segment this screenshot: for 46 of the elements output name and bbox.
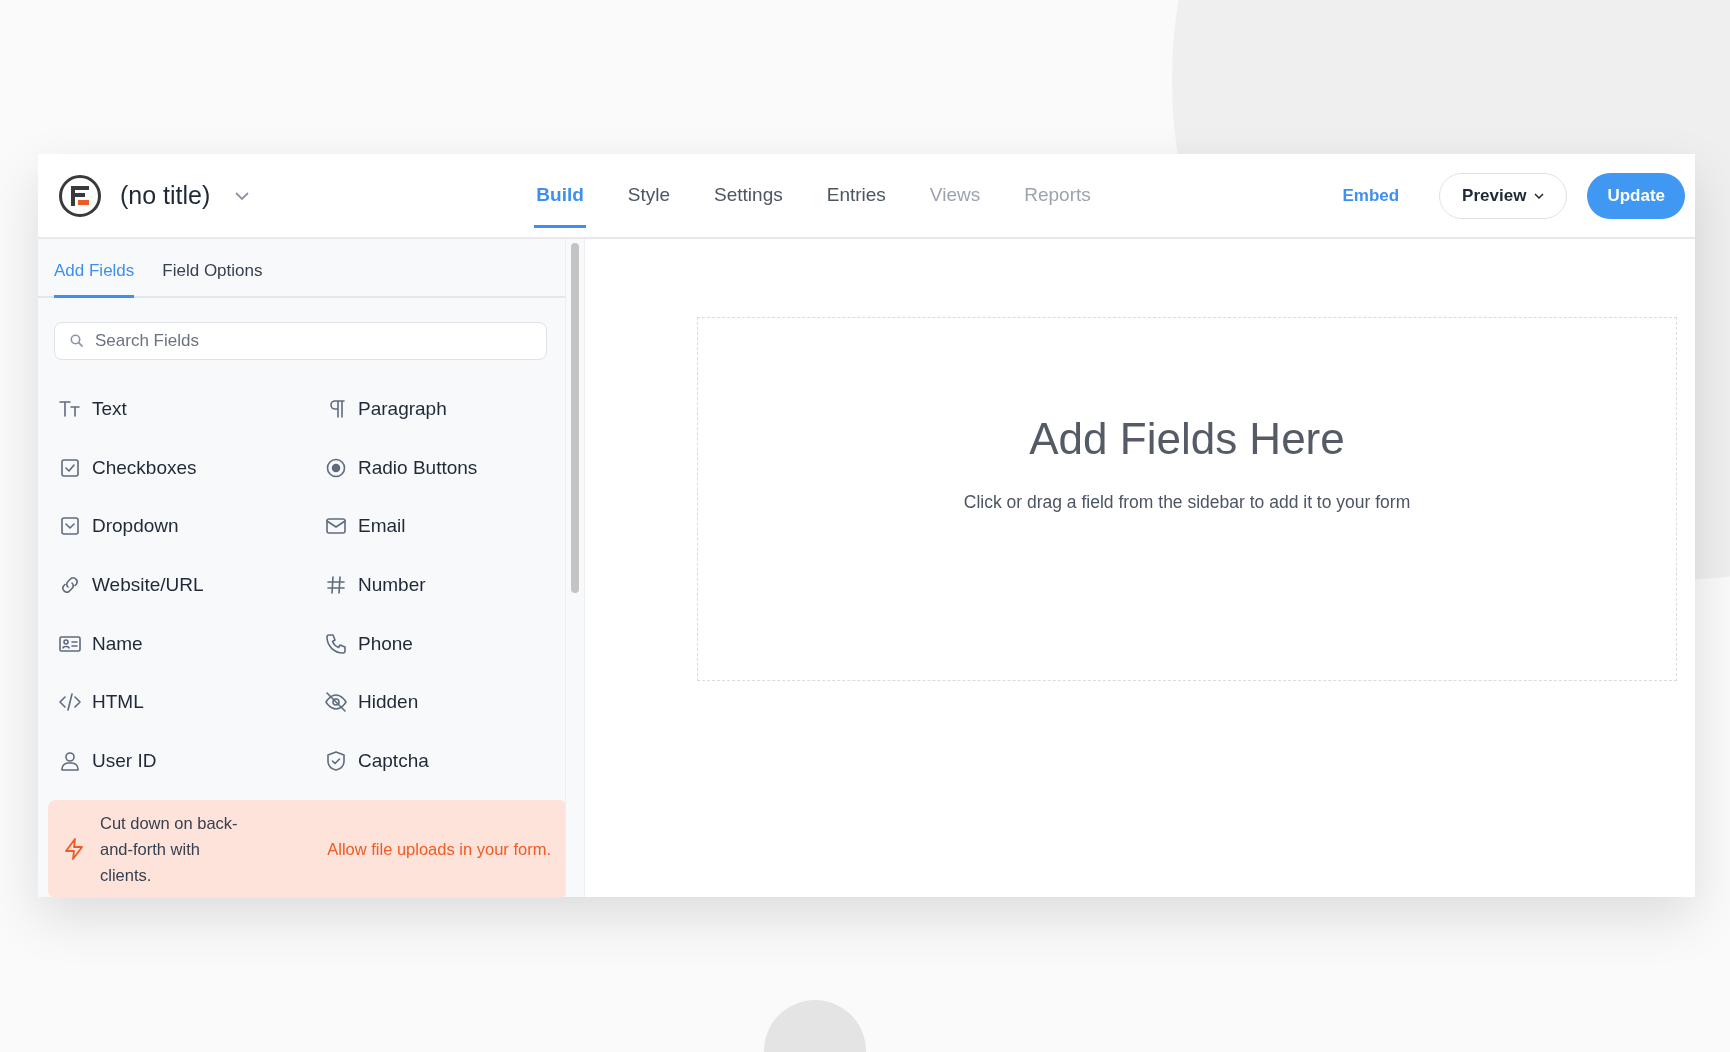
field-type-label: HTML [92,691,144,714]
field-type-item[interactable]: Dropdown [58,497,324,556]
field-type-label: Number [358,574,426,597]
field-type-item[interactable]: Checkboxes [58,438,324,498]
logo-icon [58,173,102,218]
drop-zone-title: Add Fields Here [1029,414,1345,464]
field-type-item[interactable]: HTML [58,672,324,732]
field-type-label: Checkboxes [92,456,197,479]
field-type-item[interactable]: User ID [58,731,324,791]
field-type-label: Website/URL [92,574,204,597]
search-field[interactable]: Search Fields [54,322,547,360]
drop-zone-hint: Click or drag a field from the sidebar to add it to your form [963,492,1411,513]
lightning-icon [62,837,86,862]
sidebar-tab[interactable]: Field Options [162,261,263,298]
banner-text: Cut down on back-and-forth with clients. [100,813,239,887]
field-type-item[interactable]: Name [58,614,324,673]
scrollbar-thumb[interactable] [571,243,579,593]
field-type-label: Dropdown [92,515,179,538]
hidden-field-icon [324,690,348,715]
field-type-label: Text [92,398,127,421]
field-type-label: Hidden [358,691,419,714]
field-type-item[interactable]: Radio Buttons [324,438,547,498]
nav-tab[interactable]: Style [625,162,673,228]
field-type-label: Name [92,632,143,655]
field-type-item[interactable]: Phone [324,614,547,673]
preview-button[interactable]: Preview [1439,172,1568,219]
field-type-item[interactable]: Paragraph [324,380,547,439]
field-type-item[interactable]: Email [324,497,547,556]
field-type-label: Paragraph [358,398,447,421]
captcha-field-icon [324,748,348,773]
field-type-label: Phone [358,632,413,655]
field-type-item[interactable]: Captcha [324,731,547,791]
caret-icon [1534,192,1545,199]
field-type-label: Radio Buttons [358,456,478,479]
nav-tab[interactable]: Entries [824,162,888,228]
field-type-item[interactable]: Hidden [324,672,547,732]
form-title: (no title) [120,181,211,210]
field-type-item[interactable]: Text [58,380,324,439]
field-type-label: Email [358,515,406,538]
chevron-down-icon[interactable] [234,190,251,201]
field-type-item[interactable]: Number [324,555,547,615]
nav-tab[interactable]: Settings [712,162,785,228]
field-type-label: User ID [92,749,157,772]
field-type-label: Captcha [358,749,429,772]
field-type-item[interactable]: Website/URL [58,555,324,615]
phone-field-icon [324,631,348,656]
